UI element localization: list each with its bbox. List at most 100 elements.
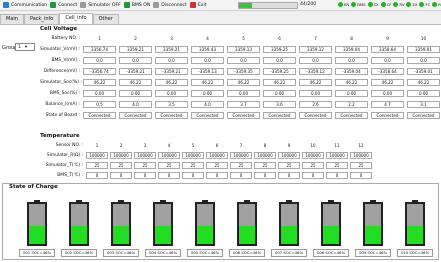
value-field[interactable]: Connected [335,112,368,119]
value-field[interactable]: 3358.64 [371,46,404,53]
value-field[interactable]: 25 [86,162,108,169]
value-field[interactable]: 3.7 [227,101,260,108]
value-field[interactable]: -3359.04 [335,68,368,75]
value-field[interactable]: 100000 [350,152,372,159]
value-field[interactable]: -3359.35 [227,68,260,75]
value-field[interactable]: 0 [302,172,324,179]
value-field[interactable]: 0 [134,172,156,179]
value-field[interactable]: Connected [119,112,152,119]
value-field[interactable]: 100000 [302,152,324,159]
toolbar-item-disconnect[interactable]: Disconnect [153,2,187,8]
value-field[interactable]: 100000 [182,152,204,159]
group-select[interactable]: 1 ▾ [15,43,35,51]
value-field[interactable]: 0 [86,172,108,179]
value-field[interactable]: 0.0 [407,57,440,64]
tab-cell-info[interactable]: Cell_info [59,13,93,24]
value-field[interactable]: 25 [158,162,180,169]
value-field[interactable]: 0.0 [119,57,152,64]
value-field[interactable]: -3359.21 [155,68,188,75]
value-field[interactable]: 46.22 [227,79,260,86]
value-field[interactable]: 3359.43 [191,46,224,53]
value-field[interactable]: 0 [182,172,204,179]
value-field[interactable]: 25 [110,162,132,169]
value-field[interactable]: 0.00 [407,90,440,97]
value-field[interactable]: 46.22 [83,79,116,86]
value-field[interactable]: Connected [407,112,440,119]
value-field[interactable]: Connected [83,112,116,119]
value-field[interactable]: 3.5 [155,101,188,108]
value-field[interactable]: 25 [182,162,204,169]
value-field[interactable]: 0.0 [371,57,404,64]
value-field[interactable]: -3359.12 [299,68,332,75]
value-field[interactable]: Connected [263,112,296,119]
value-field[interactable]: 0.00 [263,90,296,97]
value-field[interactable]: -3359.01 [407,68,440,75]
toolbar-item-communication[interactable]: Communication [3,2,47,8]
value-field[interactable]: -3358.64 [371,68,404,75]
value-field[interactable]: 46.22 [335,79,368,86]
value-field[interactable]: 3359.25 [263,46,296,53]
value-field[interactable]: 0 [206,172,228,179]
value-field[interactable]: 0.0 [335,57,368,64]
value-field[interactable]: 0 [158,172,180,179]
value-field[interactable]: 0.00 [191,90,224,97]
value-field[interactable]: 2.2 [335,101,368,108]
value-field[interactable]: 0.0 [299,57,332,64]
value-field[interactable]: 0.0 [83,57,116,64]
value-field[interactable]: 0 [254,172,276,179]
value-field[interactable]: 2.6 [299,101,332,108]
value-field[interactable]: Connected [155,112,188,119]
value-field[interactable]: Connected [191,112,224,119]
value-field[interactable]: 4.7 [371,101,404,108]
value-field[interactable]: 4.0 [119,101,152,108]
value-field[interactable]: 3.1 [407,101,440,108]
value-field[interactable]: Connected [227,112,260,119]
value-field[interactable]: -3356.74 [83,68,116,75]
value-field[interactable]: 3.6 [263,101,296,108]
value-field[interactable]: 100000 [86,152,108,159]
value-field[interactable]: 0.00 [371,90,404,97]
value-field[interactable]: 46.22 [119,79,152,86]
value-field[interactable]: 3356.74 [83,46,116,53]
value-field[interactable]: 3359.01 [407,46,440,53]
value-field[interactable]: 0 [110,172,132,179]
value-field[interactable]: -3359.25 [263,68,296,75]
value-field[interactable]: 100000 [230,152,252,159]
value-field[interactable]: Connected [299,112,332,119]
value-field[interactable]: 0.00 [119,90,152,97]
toolbar-item-simulator-off[interactable]: Simulator OFF [80,2,121,8]
value-field[interactable]: 3359.13 [227,46,260,53]
value-field[interactable]: 25 [302,162,324,169]
tab-pack-info[interactable]: Pack_info [23,14,60,24]
value-field[interactable]: -3359.13 [191,68,224,75]
value-field[interactable]: 0.0 [263,57,296,64]
value-field[interactable]: 46.22 [191,79,224,86]
value-field[interactable]: 25 [134,162,156,169]
toolbar-item-exit[interactable]: Exit [189,2,207,8]
value-field[interactable]: 0 [350,172,372,179]
value-field[interactable]: 0 [278,172,300,179]
value-field[interactable]: 100000 [134,152,156,159]
value-field[interactable]: 25 [326,162,348,169]
value-field[interactable]: 3359.21 [155,46,188,53]
value-field[interactable]: 3359.21 [119,46,152,53]
value-field[interactable]: 0 [326,172,348,179]
value-field[interactable]: 0.5 [83,101,116,108]
value-field[interactable]: 46.22 [371,79,404,86]
value-field[interactable]: 25 [278,162,300,169]
tab-other[interactable]: Other [92,14,119,24]
value-field[interactable]: 100000 [326,152,348,159]
value-field[interactable]: 25 [350,162,372,169]
value-field[interactable]: 100000 [278,152,300,159]
value-field[interactable]: 100000 [158,152,180,159]
value-field[interactable]: 0.0 [227,57,260,64]
value-field[interactable]: 100000 [254,152,276,159]
value-field[interactable]: 46.22 [299,79,332,86]
value-field[interactable]: 3359.12 [299,46,332,53]
value-field[interactable]: 25 [206,162,228,169]
value-field[interactable]: 0.00 [299,90,332,97]
value-field[interactable]: -3359.21 [119,68,152,75]
value-field[interactable]: 0.00 [83,90,116,97]
value-field[interactable]: 46.22 [263,79,296,86]
toolbar-item-connect[interactable]: Connect [50,2,77,8]
